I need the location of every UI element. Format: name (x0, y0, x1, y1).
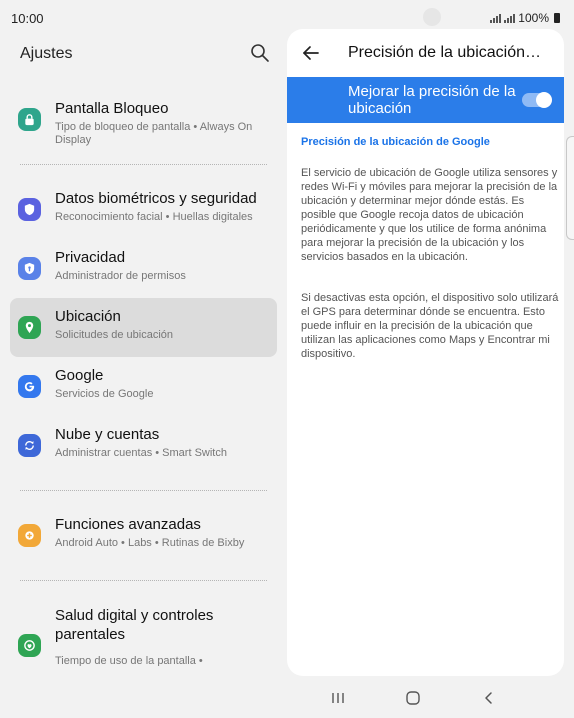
description-paragraph: Si desactivas esta opción, el dispositiv… (301, 292, 559, 360)
settings-item-subtitle: Reconocimiento facial • Huellas digitale… (55, 211, 253, 223)
settings-item-advanced-features[interactable]: Funciones avanzadas Android Auto • Labs … (10, 506, 277, 565)
navigation-bar (0, 676, 574, 718)
back-icon[interactable] (479, 688, 499, 708)
settings-item-location[interactable]: Ubicación Solicitudes de ubicación (10, 298, 277, 357)
settings-item-lock-screen[interactable]: Pantalla Bloqueo Tipo de bloqueo de pant… (10, 90, 277, 149)
gear-plus-icon (18, 524, 41, 547)
settings-item-subtitle: Android Auto • Labs • Rutinas de Bixby (55, 537, 245, 549)
signal-icon (504, 13, 516, 23)
settings-item-biometrics[interactable]: Datos biométricos y seguridad Reconocimi… (10, 180, 277, 239)
edge-panel-handle[interactable] (566, 136, 574, 240)
settings-item-title: Salud digital y controles parentales (55, 607, 214, 643)
settings-item-subtitle: Servicios de Google (55, 388, 154, 400)
battery-icon (554, 13, 560, 23)
sync-icon (18, 434, 41, 457)
settings-header: Ajustes (0, 36, 287, 76)
section-heading: Precisión de la ubicación de Google (301, 136, 490, 148)
settings-item-title: Google (55, 367, 104, 384)
settings-item-subtitle: Tipo de bloqueo de pantalla • Always On … (55, 121, 253, 146)
settings-item-title: Pantalla Bloqueo (55, 100, 169, 117)
panel-title: Precisión de la ubicación… (348, 44, 541, 61)
settings-item-google[interactable]: Google Servicios de Google (10, 357, 277, 416)
status-indicators: 100% (490, 11, 560, 25)
location-pin-icon (18, 316, 41, 339)
status-time: 10:00 (11, 11, 44, 26)
settings-item-privacy[interactable]: Privacidad Administrador de permisos (10, 239, 277, 298)
settings-list: Pantalla Bloqueo Tipo de bloqueo de pant… (10, 90, 277, 666)
search-icon[interactable] (250, 43, 270, 63)
improve-accuracy-toggle-row[interactable]: Mejorar la precisión de la ubicación (287, 77, 564, 123)
back-arrow-icon[interactable] (301, 43, 321, 63)
settings-item-subtitle: Administrador de permisos (55, 270, 186, 282)
divider (20, 164, 267, 165)
settings-item-title: Nube y cuentas (55, 426, 160, 443)
settings-item-title: Privacidad (55, 249, 126, 266)
recent-apps-icon[interactable] (328, 688, 348, 708)
shield-icon (18, 198, 41, 221)
lock-icon (18, 108, 41, 131)
home-icon[interactable] (403, 688, 423, 708)
location-accuracy-panel: Precisión de la ubicación… Mejorar la pr… (287, 29, 564, 676)
divider (20, 490, 267, 491)
toggle-label: Mejorar la precisión de la ubicación (348, 83, 516, 117)
improve-accuracy-switch[interactable] (522, 92, 552, 108)
privacy-shield-icon (18, 257, 41, 280)
description-paragraph: El servicio de ubicación de Google utili… (301, 167, 558, 263)
settings-item-title: Funciones avanzadas (55, 516, 201, 533)
google-g-icon (18, 375, 41, 398)
panel-header: Precisión de la ubicación… (287, 29, 564, 77)
settings-item-digital-wellbeing[interactable]: Salud digital y controles parentales Tie… (10, 596, 277, 666)
settings-item-title: Datos biométricos y seguridad (55, 190, 257, 207)
battery-percent: 100% (518, 11, 549, 25)
settings-item-cloud-accounts[interactable]: Nube y cuentas Administrar cuentas • Sma… (10, 416, 277, 475)
divider (20, 580, 267, 581)
page-title: Ajustes (20, 45, 73, 62)
settings-item-subtitle: Administrar cuentas • Smart Switch (55, 447, 227, 459)
wellbeing-icon (18, 634, 41, 657)
switch-knob (536, 92, 552, 108)
camera-cutout (423, 8, 441, 26)
settings-item-subtitle: Tiempo de uso de la pantalla • (55, 655, 203, 666)
settings-item-title: Ubicación (55, 308, 121, 325)
signal-icon (490, 13, 502, 23)
settings-item-subtitle: Solicitudes de ubicación (55, 329, 174, 341)
